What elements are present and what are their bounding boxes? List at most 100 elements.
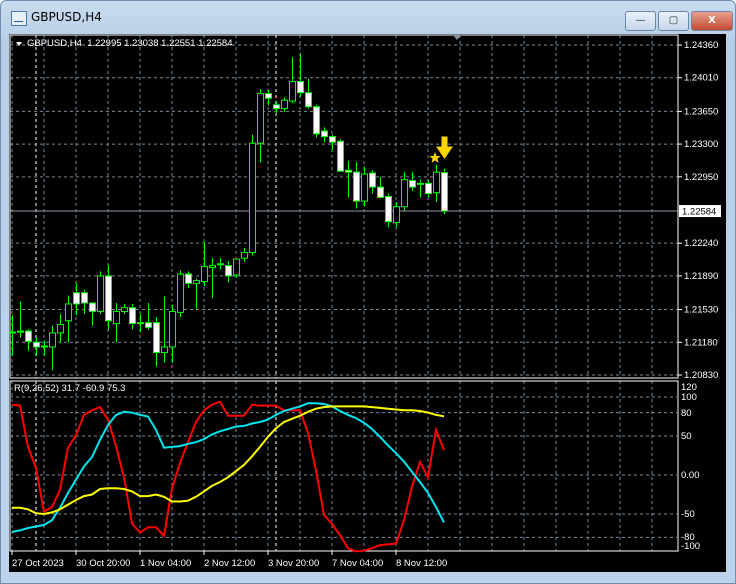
candle-body (249, 142, 256, 254)
candle (177, 270, 184, 318)
candle (153, 317, 160, 367)
price-axis-label: 1.23300 (684, 139, 718, 150)
candle (217, 258, 224, 270)
candle-body (65, 303, 72, 322)
time-axis-label: 3 Nov 20:00 (268, 558, 319, 569)
candle-body (177, 273, 184, 313)
candle (305, 78, 312, 109)
candle (193, 278, 200, 309)
candle (393, 202, 400, 228)
chart-header: GBPUSD,H4 1.22995 1.23038 1.22551 1.2258… (27, 38, 232, 49)
time-axis-label: 2 Nov 12:00 (204, 558, 255, 569)
indicator-value-yellow: 75.3 (106, 383, 126, 394)
chart-menu-triangle-icon[interactable] (16, 42, 22, 46)
time-axis-label: 27 Oct 2023 (12, 558, 64, 569)
candle (169, 304, 176, 363)
candle-body (265, 93, 272, 99)
close-value: 1.22584 (198, 38, 233, 49)
candle-body (401, 179, 408, 208)
candle-body (41, 345, 48, 348)
time-axis-label: 1 Nov 04:00 (140, 558, 191, 569)
candle-body (281, 99, 288, 110)
candle (137, 314, 144, 332)
candle (97, 271, 104, 315)
current-price-label: 1.22584 (682, 207, 716, 218)
price-axis-label: 1.21530 (684, 305, 718, 316)
main-chart-frame (9, 34, 679, 379)
candle (17, 301, 24, 338)
candle (121, 303, 128, 315)
indicator-value-cyan: -60.9 (82, 383, 105, 394)
candle-body (273, 104, 280, 110)
candle-body (121, 307, 128, 312)
candle-body (57, 324, 64, 334)
price-axis-label: 1.20830 (684, 370, 718, 381)
candle (233, 258, 240, 278)
low-value: 1.22551 (161, 38, 196, 49)
candle (57, 314, 64, 343)
candle (385, 193, 392, 228)
candle (33, 337, 40, 356)
indicator-axis-label: 50 (681, 431, 692, 442)
candle (441, 168, 448, 215)
candle-body (89, 302, 96, 312)
candle-body (425, 182, 432, 195)
candle (417, 179, 424, 198)
price-axis-label: 1.21890 (684, 271, 718, 282)
candle-body (329, 136, 336, 143)
candle-body (433, 171, 440, 194)
candle-body (49, 332, 56, 348)
candle (425, 179, 432, 198)
indicator-axis-label: 80 (681, 408, 692, 419)
price-axis-label: 1.23650 (684, 106, 718, 117)
candle (361, 166, 368, 207)
candle (185, 271, 192, 289)
candle (161, 296, 168, 363)
candle-body (145, 322, 152, 328)
candle (409, 172, 416, 191)
candle (105, 265, 112, 331)
candle-body (369, 172, 376, 188)
candle (345, 160, 352, 198)
time-axis-label: 7 Nov 04:00 (332, 558, 383, 569)
candle-body (393, 206, 400, 224)
candle-body (209, 265, 216, 268)
candle-body (9, 331, 16, 334)
candle (241, 247, 248, 262)
candle (81, 289, 88, 315)
candle (65, 295, 72, 343)
candle (321, 127, 328, 143)
indicator-value-red: 31.7 (61, 383, 81, 394)
candle (249, 134, 256, 256)
candle-body (113, 310, 120, 325)
candle-body (201, 266, 208, 283)
down-arrow-signal-icon (436, 136, 453, 159)
candle-body (161, 346, 168, 354)
time-axis-label: 30 Oct 20:00 (76, 558, 130, 569)
candle-body (185, 273, 192, 284)
candle-body (353, 171, 360, 202)
price-axis-label: 1.22240 (684, 238, 718, 249)
candle (257, 88, 264, 163)
candle (89, 302, 96, 326)
candle-body (81, 292, 88, 304)
candle-body (377, 186, 384, 198)
candle-body (289, 80, 296, 102)
candle-body (313, 106, 320, 135)
candle-body (137, 322, 144, 325)
candle (297, 53, 304, 98)
candle (329, 134, 336, 150)
candle-body (385, 195, 392, 223)
candle (73, 283, 80, 316)
star-signal-icon (429, 152, 441, 163)
price-axis-label: 1.21180 (684, 337, 718, 348)
candle (25, 329, 32, 351)
indicator-axis-label: -100 (681, 541, 700, 552)
candle-body (233, 258, 240, 276)
candle-body (25, 330, 32, 342)
indicator-header: R(9,26,52) 31.7 -60.9 75.3 (14, 383, 125, 394)
chart-canvas[interactable]: 1.24360 1.24010 1.23650 1.23300 1.22950 1.222… (0, 0, 736, 584)
candle-body (257, 93, 264, 144)
candle (377, 176, 384, 199)
candle-body (225, 265, 232, 277)
